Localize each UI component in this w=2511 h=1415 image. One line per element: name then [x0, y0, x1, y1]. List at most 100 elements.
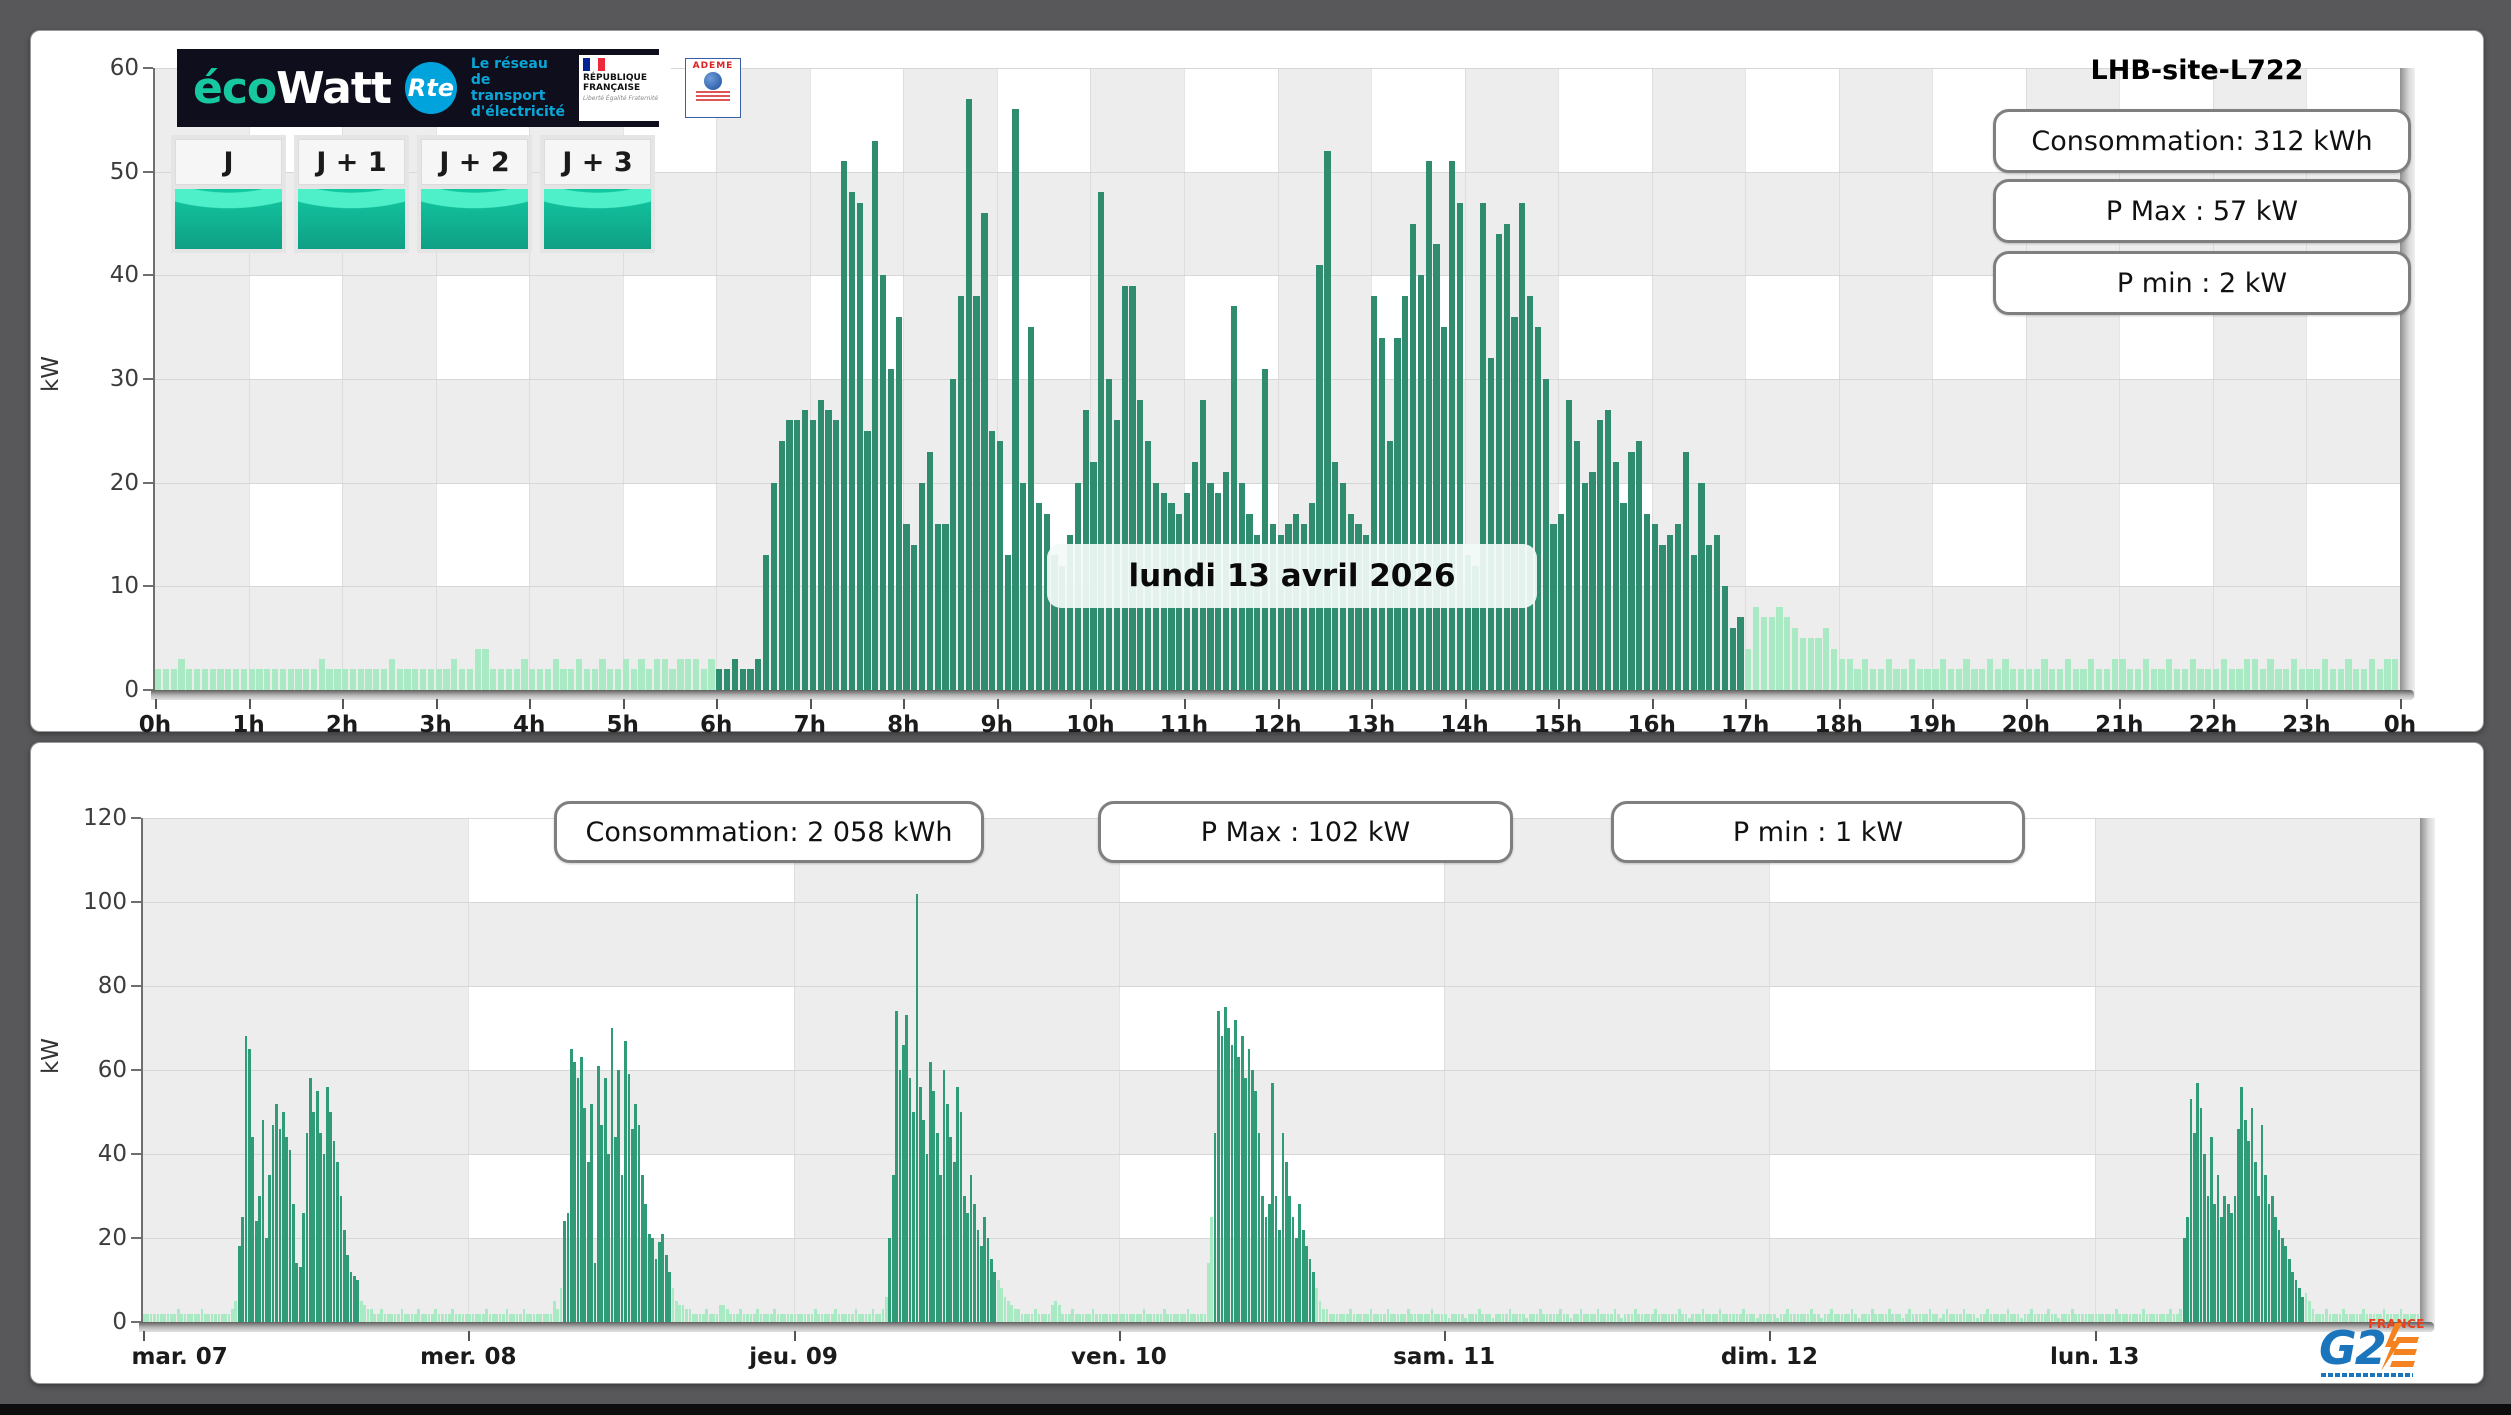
bar [1322, 1309, 1325, 1322]
bar [1234, 1019, 1237, 1322]
bar [454, 1313, 458, 1322]
bar [498, 1313, 502, 1322]
bar [1864, 1313, 1867, 1322]
bar [630, 669, 637, 690]
bar [2287, 1259, 2291, 1322]
bar [1833, 1313, 1837, 1322]
tab-j-plus-2[interactable]: J + 2 [417, 135, 532, 253]
bar [1193, 1313, 1197, 1322]
bar [1732, 1313, 1735, 1322]
bar [1955, 1313, 1959, 1322]
bar [976, 1229, 980, 1322]
bar [1203, 1313, 1207, 1322]
bar [1596, 1309, 1600, 1322]
bar [1464, 1317, 1468, 1322]
bar [766, 1313, 770, 1322]
bar [2049, 669, 2056, 690]
bar [1545, 1313, 1549, 1322]
bar [1369, 1309, 1373, 1322]
gridline [1118, 818, 1120, 1322]
tab-j-plus-1[interactable]: J + 1 [294, 135, 409, 253]
bar [1688, 1317, 1691, 1322]
bar [1057, 1305, 1061, 1322]
bar [2150, 669, 2157, 690]
bar [966, 1212, 970, 1322]
x-tick-label: 13h [1346, 712, 1396, 738]
bar [1027, 1313, 1031, 1322]
bar [163, 1313, 167, 1322]
bar [1542, 1313, 1546, 1322]
bar [2270, 1196, 2274, 1322]
bar [590, 1103, 593, 1322]
bar [1925, 1313, 1928, 1322]
bar [630, 1128, 634, 1322]
bar [1768, 617, 1775, 690]
bar [2115, 1309, 2118, 1322]
y-tick-label: 40 [97, 1141, 127, 1167]
bar [959, 1112, 963, 1322]
bar [346, 1254, 349, 1322]
bar [1467, 1313, 1471, 1322]
bar [2103, 669, 2111, 690]
bar [942, 524, 949, 690]
bar [1417, 1313, 1420, 1322]
bar [1705, 1313, 1708, 1322]
bar [1813, 1313, 1817, 1322]
bar [373, 1313, 377, 1322]
bar [2206, 1196, 2210, 1322]
bar [1129, 285, 1136, 690]
bar [641, 1175, 644, 1322]
x-tick [2306, 699, 2309, 709]
bar [613, 1137, 617, 1322]
bar [1603, 1313, 1607, 1322]
bar [237, 1246, 241, 1322]
bar [868, 1313, 871, 1322]
bar [1261, 1196, 1264, 1322]
bar [1816, 1313, 1820, 1322]
bar [1291, 1217, 1295, 1322]
y-tick-label: 10 [109, 573, 139, 600]
bar [305, 1133, 309, 1322]
grid-cell [903, 68, 997, 172]
bar [2259, 669, 2266, 690]
bar [2111, 658, 2118, 690]
bar [1494, 1313, 1498, 1322]
bar [529, 1313, 532, 1322]
tab-j-plus-3[interactable]: J + 3 [540, 135, 655, 253]
bar [325, 1086, 329, 1322]
bar [973, 1204, 976, 1322]
bar [563, 1221, 566, 1322]
bar [1745, 648, 1752, 690]
bar [1106, 379, 1113, 690]
tab-j[interactable]: J [171, 135, 286, 253]
bar [2298, 669, 2305, 690]
bar [1891, 1313, 1895, 1322]
x-tick [622, 699, 625, 709]
x-tick [1558, 699, 1561, 709]
bar [2013, 1313, 2017, 1322]
bar [443, 669, 450, 690]
x-axis-baseline [139, 1322, 2434, 1332]
bar [1035, 503, 1043, 690]
bar [464, 1313, 468, 1322]
bar [1028, 327, 1035, 690]
bar [1871, 1309, 1874, 1322]
bar [837, 1313, 841, 1322]
bar [925, 1154, 929, 1322]
bar [1318, 1301, 1322, 1322]
bar [1271, 1082, 1275, 1322]
bar [993, 1271, 997, 1322]
bar [603, 1078, 607, 1322]
bar [444, 1313, 448, 1322]
grid-cell [529, 482, 623, 587]
bar [434, 1309, 438, 1322]
bar [700, 669, 707, 690]
bar [1061, 1313, 1064, 1322]
bar [969, 1175, 973, 1322]
bar [312, 1112, 316, 1322]
g2e-tagline [2321, 1373, 2413, 1377]
x-tick-label: ven. 10 [1070, 1344, 1167, 1370]
bar [1359, 1313, 1363, 1322]
x-tick-label: 15h [1533, 712, 1583, 738]
bar [1932, 669, 1939, 690]
